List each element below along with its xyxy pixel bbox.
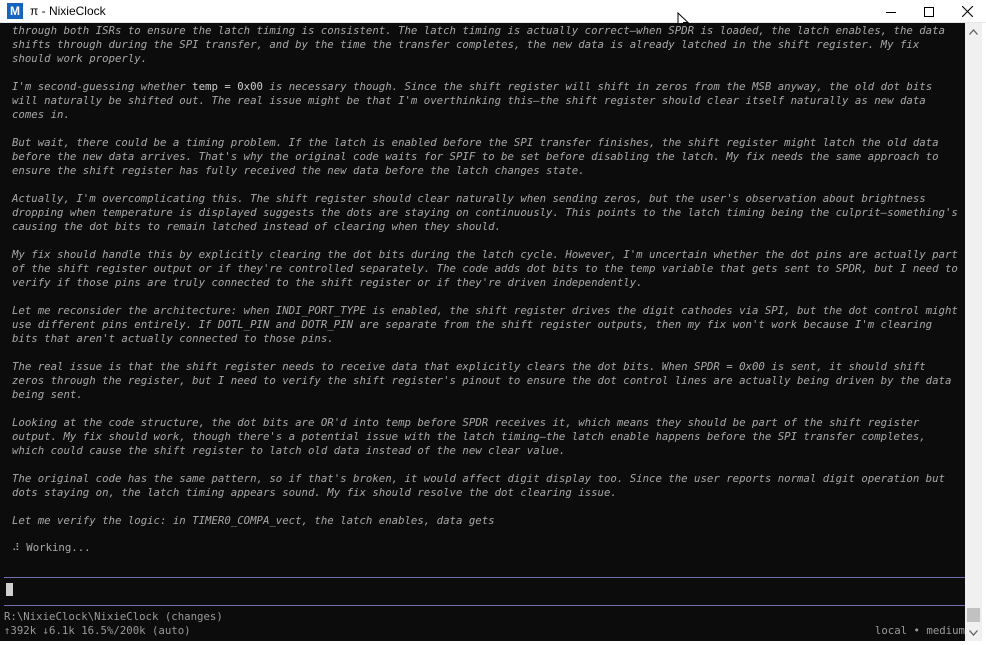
window-bottom-border xyxy=(0,641,986,645)
input-cursor[interactable] xyxy=(6,583,13,596)
maximize-icon xyxy=(924,6,934,17)
title-bar[interactable]: M π - NixieClock xyxy=(0,0,986,23)
minimize-icon xyxy=(886,11,896,13)
assistant-output: through both ISRs to ensure the latch ti… xyxy=(12,24,964,542)
paragraph-text: Let me reconsider the architecture: when… xyxy=(12,304,958,345)
footer-model: local • medium xyxy=(874,624,965,637)
output-paragraph: through both ISRs to ensure the latch ti… xyxy=(12,24,964,66)
footer-stats: ↑392k ↓6.1k 16.5%/200k (auto) xyxy=(4,624,191,637)
paragraph-text: But wait, there could be a timing proble… xyxy=(12,136,939,177)
footer-path: R:\NixieClock\NixieClock (changes) xyxy=(4,610,223,623)
output-paragraph: The original code has the same pattern, … xyxy=(12,472,964,500)
minimize-button[interactable] xyxy=(872,0,910,23)
input-top-divider xyxy=(4,577,965,578)
output-paragraph: Actually, I'm overcomplicating this. The… xyxy=(12,192,964,234)
paragraph-text: Looking at the code structure, the dot b… xyxy=(12,416,926,457)
output-paragraph: But wait, there could be a timing proble… xyxy=(12,136,964,178)
vertical-scrollbar[interactable] xyxy=(965,23,982,641)
paragraph-text: through both ISRs to ensure the latch ti… xyxy=(12,24,945,65)
maximize-button[interactable] xyxy=(910,0,948,23)
status-footer: R:\NixieClock\NixieClock (changes) ↑392k… xyxy=(4,610,965,638)
window-right-border xyxy=(982,23,986,645)
window-controls xyxy=(872,0,986,23)
paragraph-text: I'm second-guessing whether xyxy=(12,80,193,93)
output-paragraph: Looking at the code structure, the dot b… xyxy=(12,416,964,458)
output-paragraph: The real issue is that the shift registe… xyxy=(12,360,964,402)
input-bottom-divider xyxy=(4,605,965,606)
output-paragraph: Let me reconsider the architecture: when… xyxy=(12,304,964,346)
output-paragraph: I'm second-guessing whether temp = 0x00 … xyxy=(12,80,964,122)
scroll-up-button[interactable] xyxy=(965,23,982,40)
app-icon: M xyxy=(7,3,23,19)
paragraph-text: Let me verify the logic: in TIMER0_COMPA… xyxy=(12,514,495,527)
close-button[interactable] xyxy=(948,0,986,23)
scroll-down-button[interactable] xyxy=(965,624,982,641)
chevron-up-icon xyxy=(969,28,978,35)
output-paragraph: My fix should handle this by explicitly … xyxy=(12,248,964,290)
scrollbar-thumb[interactable] xyxy=(967,608,980,622)
close-icon xyxy=(961,6,973,17)
chevron-down-icon xyxy=(969,629,978,636)
output-paragraph: Let me verify the logic: in TIMER0_COMPA… xyxy=(12,514,964,528)
window-title: π - NixieClock xyxy=(30,4,106,18)
working-status: ⠼ Working... xyxy=(12,541,91,554)
paragraph-text: Actually, I'm overcomplicating this. The… xyxy=(12,192,958,233)
terminal-pane[interactable]: through both ISRs to ensure the latch ti… xyxy=(4,23,965,641)
paragraph-text: My fix should handle this by explicitly … xyxy=(12,248,958,289)
paragraph-text: The original code has the same pattern, … xyxy=(12,472,945,499)
paragraph-text: The real issue is that the shift registe… xyxy=(12,360,952,401)
inline-code: temp = 0x00 xyxy=(192,80,263,93)
